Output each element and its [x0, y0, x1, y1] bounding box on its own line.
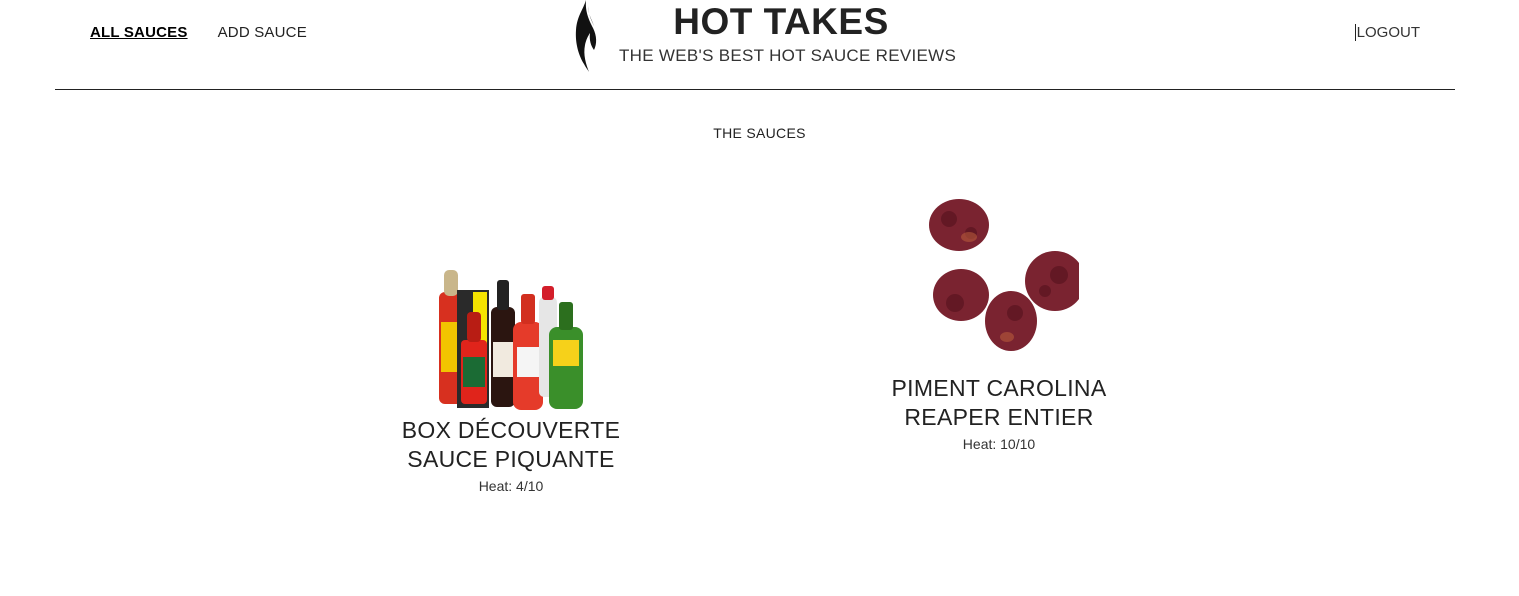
site-header: ALL SAUCES ADD SAUCE HOT TAKES THE WEB'S…	[55, 0, 1455, 90]
dried-peppers-image	[929, 199, 1079, 351]
logout-link[interactable]: LOGOUT	[1354, 24, 1420, 41]
site-title: HOT TAKES	[673, 1, 889, 42]
sauce-card[interactable]: PIMENT CAROLINA REAPER ENTIER Heat: 10/1…	[879, 195, 1119, 452]
section-title: THE SAUCES	[713, 125, 806, 141]
hot-sauce-bottles-image	[439, 270, 583, 410]
nav-add-sauce-link[interactable]: ADD SAUCE	[218, 24, 307, 41]
main-nav: ALL SAUCES ADD SAUCE	[90, 24, 307, 41]
sauce-heat: Heat: 4/10	[478, 478, 544, 494]
sauce-name: BOX DÉCOUVERTE SAUCE PIQUANTE	[401, 417, 621, 472]
sauce-heat: Heat: 10/10	[962, 436, 1036, 452]
nav-all-sauces-link[interactable]: ALL SAUCES	[90, 24, 188, 41]
site-subtitle: THE WEB'S BEST HOT SAUCE REVIEWS	[619, 46, 957, 65]
page: ALL SAUCES ADD SAUCE HOT TAKES THE WEB'S…	[0, 0, 1519, 596]
brand: HOT TAKES THE WEB'S BEST HOT SAUCE REVIE…	[573, 0, 957, 89]
sauce-name: PIMENT CAROLINA REAPER ENTIER	[891, 375, 1107, 430]
sauce-card[interactable]: BOX DÉCOUVERTE SAUCE PIQUANTE Heat: 4/10	[391, 262, 631, 494]
